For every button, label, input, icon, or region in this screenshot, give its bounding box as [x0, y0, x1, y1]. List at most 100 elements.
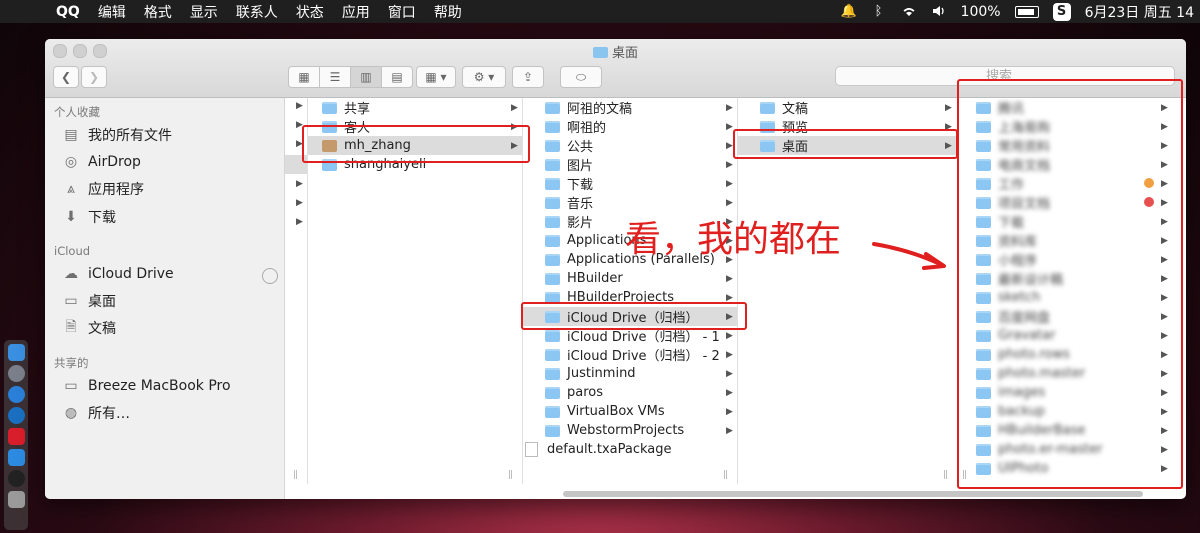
- gallery-view-icon[interactable]: ▤: [382, 67, 412, 87]
- sidebar: 个人收藏 ▤ 我的所有文件 ◎ AirDrop ⩓ 应用程序 ⬇ 下载 iCloud ☁…: [45, 98, 285, 499]
- arrange-button[interactable]: ▦ ▾: [416, 66, 456, 88]
- chevron-right-icon: ▶: [296, 101, 303, 111]
- folder-icon: [545, 215, 560, 228]
- annotation-box-desktop: [733, 129, 958, 159]
- list-item[interactable]: WebstormProjects ▶: [523, 421, 737, 440]
- icon-view-icon[interactable]: ▦: [289, 67, 320, 87]
- forward-button[interactable]: ❯: [81, 66, 107, 88]
- menu-help[interactable]: 帮助: [434, 2, 462, 22]
- list-item[interactable]: VirtualBox VMs ▶: [523, 402, 737, 421]
- dock-baidu-netdisk-icon[interactable]: [7, 449, 25, 466]
- column-resize-handle[interactable]: ||: [508, 470, 513, 480]
- folder-icon: [545, 272, 560, 285]
- network-icon: ◍: [64, 405, 78, 421]
- annotation-box-desktop-contents: [957, 79, 1183, 489]
- folder-icon: [545, 405, 560, 418]
- annotation-box-icloud-archive: [521, 302, 747, 330]
- dock-qq-icon[interactable]: [7, 470, 25, 487]
- menu-window[interactable]: 窗口: [388, 2, 416, 22]
- menu-edit[interactable]: 编辑: [98, 2, 126, 22]
- list-item[interactable]: Justinmind ▶: [523, 364, 737, 383]
- window-title: 桌面: [45, 42, 1186, 61]
- volume-icon[interactable]: [931, 5, 947, 19]
- list-item[interactable]: 啊祖的 ▶: [523, 117, 737, 136]
- bell-icon[interactable]: 🔔: [841, 4, 857, 19]
- chevron-right-icon: ▶: [726, 102, 733, 113]
- menu-app-name[interactable]: QQ: [56, 4, 80, 20]
- clock[interactable]: 6月23日 周五 14: [1085, 2, 1194, 22]
- chevron-right-icon: ▶: [296, 198, 303, 208]
- menu-status[interactable]: 状态: [296, 2, 324, 22]
- column-resize-handle[interactable]: ||: [943, 470, 948, 480]
- menu-contacts[interactable]: 联系人: [236, 2, 278, 22]
- sidebar-item-documents[interactable]: 🗎 文稿: [62, 317, 116, 339]
- chevron-right-icon: ▶: [726, 159, 733, 170]
- sidebar-item-airdrop[interactable]: ◎ AirDrop: [62, 151, 141, 173]
- laptop-icon: ▭: [64, 378, 78, 394]
- chevron-right-icon: ▶: [726, 425, 733, 436]
- tag-icon[interactable]: ⬭: [560, 66, 602, 88]
- folder-icon: [545, 196, 560, 209]
- chevron-right-icon: ▶: [726, 197, 733, 208]
- folder-icon: [592, 47, 608, 58]
- chevron-right-icon: ▶: [296, 179, 303, 189]
- list-item[interactable]: paros ▶: [523, 383, 737, 402]
- sidebar-item-desktop[interactable]: ▭ 桌面: [62, 290, 116, 312]
- menu-apps[interactable]: 应用: [342, 2, 370, 22]
- folder-icon: [545, 139, 560, 152]
- dock-trash-icon[interactable]: [7, 491, 25, 508]
- sogou-input-icon[interactable]: S: [1052, 2, 1071, 21]
- dock-finder-icon[interactable]: [7, 344, 25, 361]
- sidebar-item-all-shared[interactable]: ◍ 所有…: [62, 402, 130, 424]
- bluetooth-icon[interactable]: ᛒ: [871, 4, 887, 19]
- menu-format[interactable]: 格式: [144, 2, 172, 22]
- folder-icon: [545, 348, 560, 361]
- folder-icon: [322, 101, 337, 114]
- chevron-right-icon: ▶: [726, 121, 733, 132]
- dock-youdao-icon[interactable]: [7, 428, 25, 445]
- list-item[interactable]: HBuilder ▶: [523, 269, 737, 288]
- list-item[interactable]: 下载 ▶: [523, 174, 737, 193]
- folder-icon: [545, 120, 560, 133]
- chevron-right-icon: ▶: [726, 387, 733, 398]
- annotation-arrow-icon: [872, 242, 946, 270]
- dock-appstore-icon[interactable]: [7, 407, 25, 424]
- airdrop-icon: ◎: [64, 154, 78, 170]
- list-item[interactable]: 图片 ▶: [523, 155, 737, 174]
- sidebar-item-downloads[interactable]: ⬇ 下载: [62, 206, 116, 228]
- list-item[interactable]: 文稿 ▶: [738, 98, 957, 117]
- column-resize-handle[interactable]: ||: [723, 470, 728, 480]
- battery-icon[interactable]: [1014, 5, 1039, 18]
- dock-launchpad-icon[interactable]: [7, 365, 25, 382]
- folder-icon: [760, 101, 775, 114]
- desktop-icon: ▭: [64, 293, 78, 309]
- cloud-icon: ☁: [64, 266, 78, 282]
- document-icon: 🗎: [65, 319, 77, 335]
- menu-bar: QQ 编辑 格式 显示 联系人 状态 应用 窗口 帮助 🔔 ᛒ 100% S 6…: [0, 0, 1200, 23]
- list-item[interactable]: iCloud Drive（归档） - 2 ▶: [523, 345, 737, 364]
- list-item[interactable]: default.txaPackage: [523, 440, 737, 459]
- wifi-icon[interactable]: [901, 5, 917, 19]
- list-view-icon[interactable]: ☰: [320, 67, 351, 87]
- share-icon[interactable]: ⇪: [512, 66, 544, 88]
- list-item[interactable]: 共享 ▶: [308, 98, 522, 117]
- folder-icon: [545, 158, 560, 171]
- list-item[interactable]: 阿祖的文稿 ▶: [523, 98, 737, 117]
- sidebar-item-applications[interactable]: ⩓ 应用程序: [62, 178, 144, 200]
- sidebar-item-all-files[interactable]: ▤ 我的所有文件: [62, 124, 172, 146]
- column-home: 阿祖的文稿 ▶ 啊祖的 ▶ 公共 ▶ 图片 ▶ 下载 ▶ 音乐 ▶ 影片 ▶ Applications ▶ Ap…: [523, 98, 738, 484]
- applications-icon: ⩓: [67, 181, 75, 197]
- horizontal-scrollbar[interactable]: [563, 491, 1143, 497]
- action-gear-icon[interactable]: ⚙ ▾: [462, 66, 506, 88]
- back-button[interactable]: ❮: [53, 66, 79, 88]
- column-view-icon[interactable]: ▥: [351, 67, 382, 87]
- chevron-right-icon: ▶: [726, 292, 733, 303]
- sidebar-item-macbook[interactable]: ▭ Breeze MacBook Pro: [62, 375, 230, 397]
- sidebar-item-icloud-drive[interactable]: ☁ iCloud Drive: [62, 263, 174, 285]
- column-resize-handle[interactable]: ||: [293, 470, 298, 480]
- menu-view[interactable]: 显示: [190, 2, 218, 22]
- shared-header: 共享的: [54, 356, 89, 370]
- list-item[interactable]: 公共 ▶: [523, 136, 737, 155]
- chevron-right-icon: ▶: [945, 102, 952, 113]
- dock-safari-icon[interactable]: [7, 386, 25, 403]
